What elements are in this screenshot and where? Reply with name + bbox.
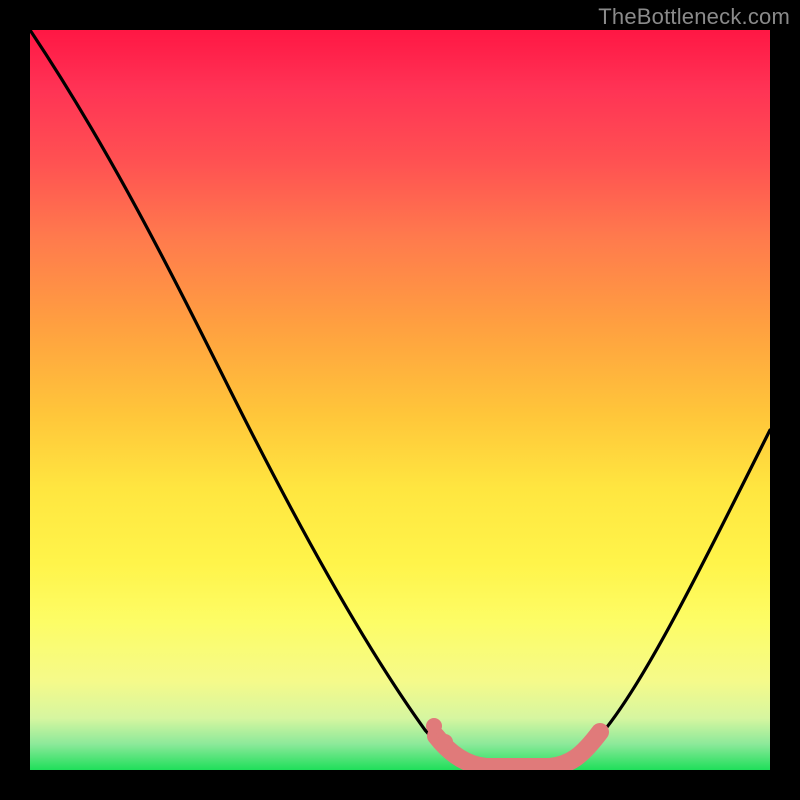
chart-frame: TheBottleneck.com: [0, 0, 800, 800]
sweet-spot-dot: [437, 734, 453, 750]
bottleneck-curve: [30, 30, 770, 769]
sweet-spot-highlight: [436, 732, 600, 767]
watermark-text: TheBottleneck.com: [598, 4, 790, 30]
curve-layer: [30, 30, 770, 770]
plot-area: [30, 30, 770, 770]
sweet-spot-dot: [426, 718, 442, 734]
